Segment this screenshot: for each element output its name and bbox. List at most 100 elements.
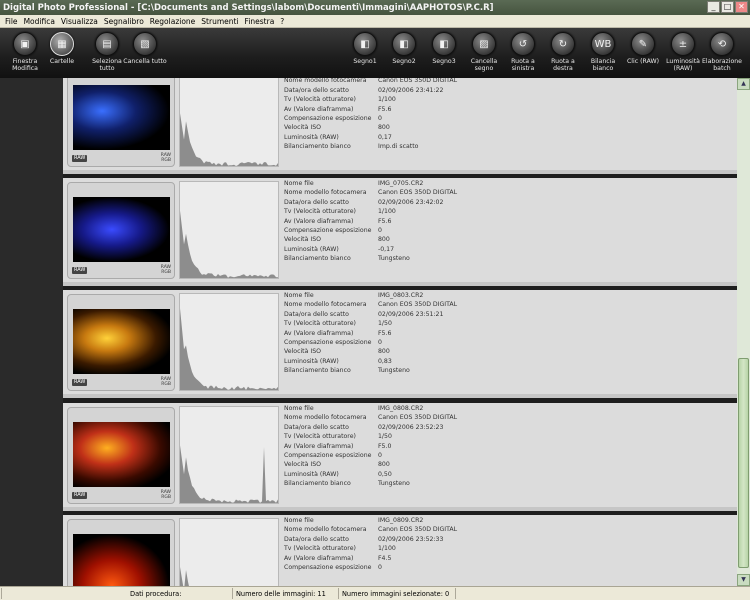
info-value: 800 [378,348,390,355]
toolbar-button-white-balance[interactable]: WB Bilancia bianco [581,32,625,72]
left-panel [0,78,63,586]
info-value: 0 [378,339,382,346]
thumbnail-frame[interactable]: RAW RAW RGB [67,407,175,504]
title-bar: Digital Photo Professional - [C:\Documen… [0,0,750,15]
photo-thumbnail[interactable] [73,422,170,487]
menu-bar: File Modifica Visualizza Segnalibro Rego… [0,15,750,28]
info-value: Imp.di scatto [378,143,418,150]
toolbar-button-clear-all[interactable]: ▧ Cancella tutto [123,32,167,65]
info-label: Tv (Velocità otturatore) [284,96,356,103]
info-value: 800 [378,236,390,243]
info-label: Bilanciamento bianco [284,255,351,262]
photo-thumbnail[interactable] [73,534,170,586]
info-label: Av (Valore diaframma) [284,106,353,113]
menu-strumenti[interactable]: Strumenti [198,17,241,26]
white-balance-icon: WB [591,32,615,56]
histogram [179,406,279,504]
menu-modifica[interactable]: Modifica [21,17,58,26]
info-label: Av (Valore diaframma) [284,555,353,562]
toolbar-button-label: Cancella tutto [123,58,167,65]
toolbar-button-eyedropper[interactable]: ✎ Clic (RAW) [621,32,665,65]
image-list: RAWRAW RGBNome fileIMG_0707.CR2Nome mode… [63,78,737,586]
toolbar-button-mark2[interactable]: ◧ Segno2 [382,32,426,65]
info-value: 800 [378,124,390,131]
raw-rgb-label: RAW RGB [161,153,171,163]
image-row[interactable]: RAWRAW RGBNome fileIMG_0707.CR2Nome mode… [63,78,737,174]
raw-badge: RAW [72,267,87,274]
info-label: Bilanciamento bianco [284,367,351,374]
info-value: Canon EOS 350D DIGITAL [378,78,457,84]
info-label: Luminosità (RAW) [284,134,339,141]
status-bar: Dati procedura: Numero delle immagini: 1… [0,586,750,600]
maximize-button[interactable]: □ [721,1,734,13]
menu-file[interactable]: File [2,17,21,26]
info-value: 0 [378,452,382,459]
status-image-count: Numero delle immagini: 11 [236,590,326,598]
photo-thumbnail[interactable] [73,309,170,374]
raw-badge: RAW [72,379,87,386]
info-value: F5.6 [378,218,391,225]
histogram [179,181,279,279]
toolbar-button-brightness[interactable]: ± Luminosità (RAW) [661,32,705,72]
toolbar-button-mark1[interactable]: ◧ Segno1 [343,32,387,65]
scroll-up-button[interactable]: ▲ [737,78,750,90]
info-label: Nome modello fotocamera [284,78,367,84]
toolbar-button-label: Elaborazione batch [700,58,744,72]
info-label: Data/ora dello scatto [284,87,349,94]
info-label: Av (Valore diaframma) [284,330,353,337]
folders-icon: ▦ [50,32,74,56]
thumbnail-frame[interactable]: RAW RAW RGB [67,78,175,167]
info-value: 02/09/2006 23:42:02 [378,199,443,206]
menu-help[interactable]: ? [277,17,287,26]
info-value: 0 [378,227,382,234]
toolbar-button-rotate-right[interactable]: ↻ Ruota a destra [541,32,585,72]
minimize-button[interactable]: _ [707,1,720,13]
info-label: Tv (Velocità otturatore) [284,320,356,327]
image-row[interactable]: RAW RAW RGB Nome file IMG_0808.CR2 Nome mode… [63,403,737,511]
image-row[interactable]: RAW RAW RGB Nome file IMG_0803.CR2 Nome mode… [63,290,737,398]
info-value: 02/09/2006 23:41:22 [378,87,443,94]
close-button[interactable]: ✕ [735,1,748,13]
mark1-icon: ◧ [353,32,377,56]
info-value: 1/50 [378,433,392,440]
info-value: 0 [378,115,382,122]
menu-visualizza[interactable]: Visualizza [58,17,101,26]
info-label: Velocità ISO [284,124,321,131]
menu-regolazione[interactable]: Regolazione [147,17,199,26]
info-label: Nome modello fotocamera [284,189,367,196]
toolbar-button-batch-process[interactable]: ⟲ Elaborazione batch [700,32,744,72]
info-label: Velocità ISO [284,348,321,355]
toolbar-button-folders[interactable]: ▦ Cartelle [40,32,84,65]
info-label: Nome file [284,292,314,299]
info-value: IMG_0803.CR2 [378,292,423,299]
info-label: Nome file [284,517,314,524]
raw-badge: RAW [72,155,87,162]
raw-rgb-label: RAW RGB [161,490,171,500]
photo-thumbnail[interactable] [73,85,170,150]
thumbnail-frame[interactable] [67,519,175,586]
info-value: -0,17 [378,246,394,253]
vertical-scrollbar[interactable]: ▲ ▼ [737,78,750,586]
image-row[interactable]: RAW RAW RGB Nome file IMG_0705.CR2 Nome mode… [63,178,737,286]
batch-process-icon: ⟲ [710,32,734,56]
info-value: F5.6 [378,106,391,113]
scroll-thumb[interactable] [738,358,749,568]
window-title: Digital Photo Professional - [C:\Documen… [3,3,494,13]
scroll-down-button[interactable]: ▼ [737,574,750,586]
image-row[interactable]: Nome file IMG_0809.CR2 Nome modello fotoca… [63,515,737,586]
toolbar-button-rotate-left[interactable]: ↺ Ruota a sinistra [501,32,545,72]
menu-finestra[interactable]: Finestra [242,17,278,26]
info-label: Luminosità (RAW) [284,246,339,253]
toolbar-button-mark3[interactable]: ◧ Segno3 [422,32,466,65]
thumbnail-frame[interactable]: RAW RAW RGB [67,294,175,391]
toolbar-button-clear-mark[interactable]: ▨ Cancella segno [462,32,506,72]
info-label: Compensazione esposizione [284,339,371,346]
info-label: Av (Valore diaframma) [284,218,353,225]
mark3-icon: ◧ [432,32,456,56]
info-value: F4.5 [378,555,391,562]
thumbnail-frame[interactable]: RAW RAW RGB [67,182,175,279]
clear-all-icon: ▧ [133,32,157,56]
photo-thumbnail[interactable] [73,197,170,262]
info-label: Compensazione esposizione [284,452,371,459]
menu-segnalibro[interactable]: Segnalibro [101,17,147,26]
